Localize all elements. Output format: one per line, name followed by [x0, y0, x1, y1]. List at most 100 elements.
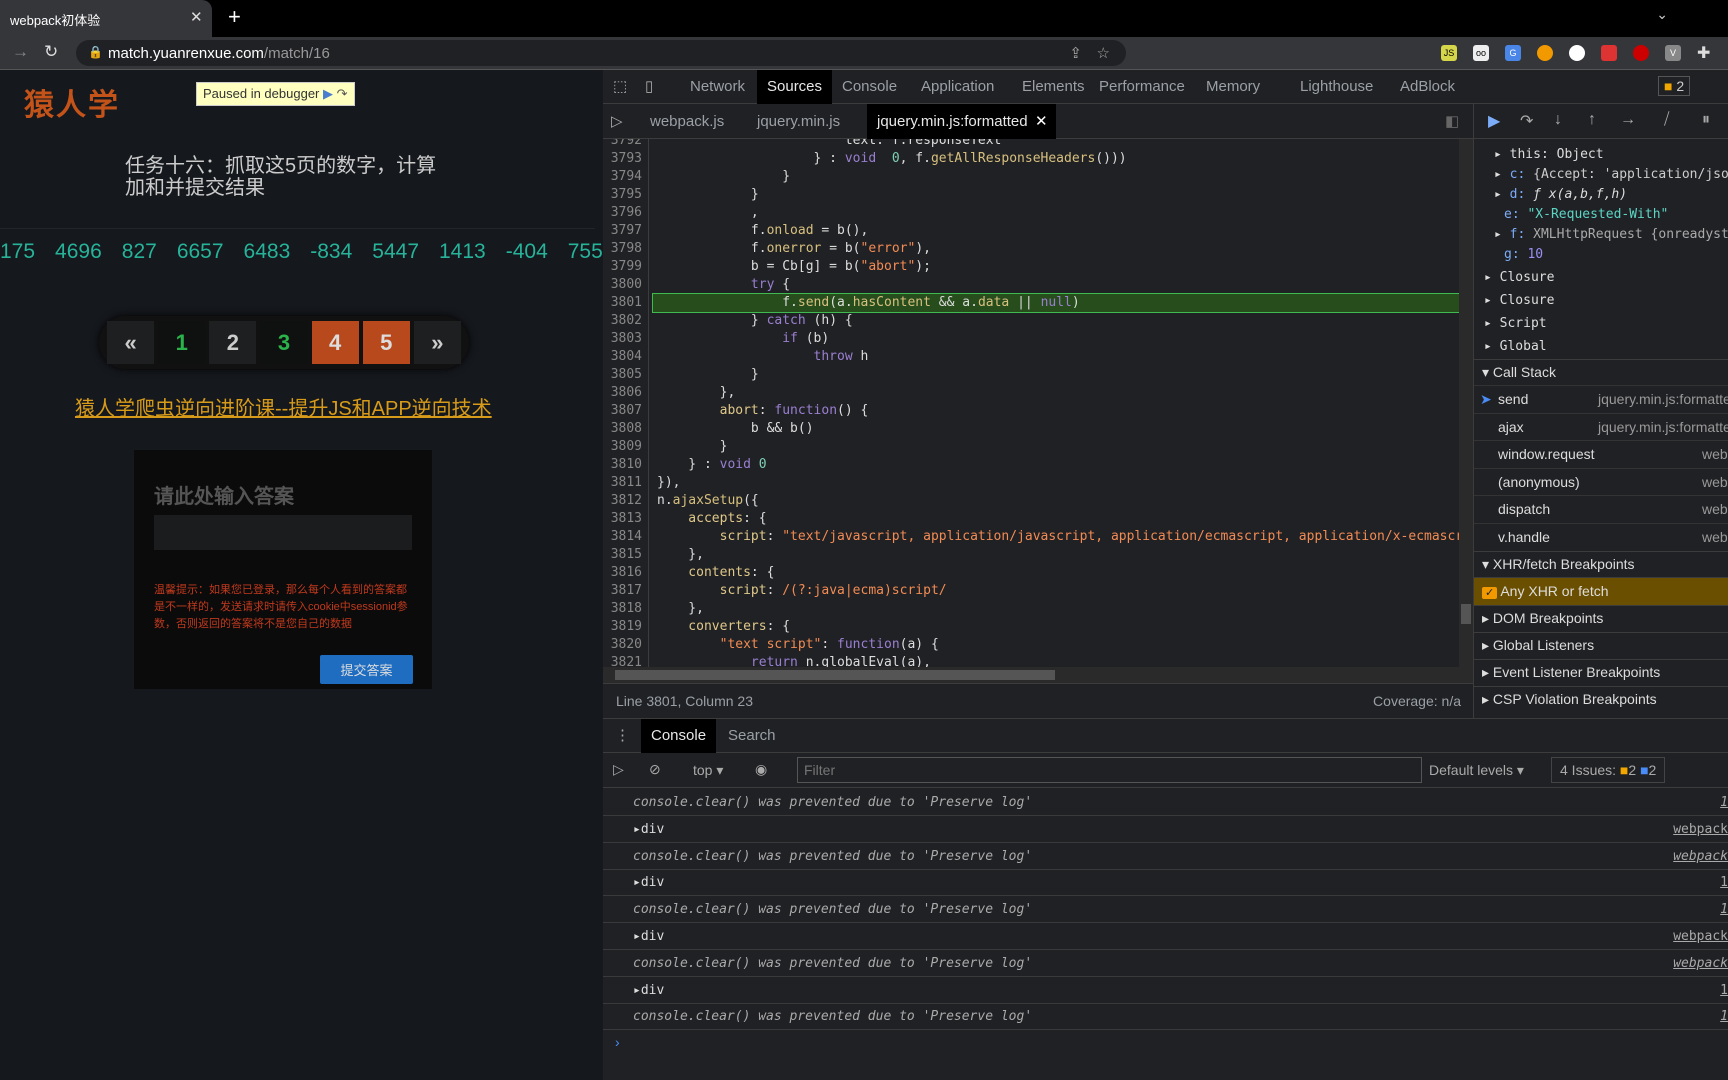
step-over-icon[interactable]: ↷	[337, 86, 348, 101]
code-line[interactable]: 3820 "text script": function(a) {	[603, 636, 1459, 654]
line-number[interactable]: 3796	[603, 204, 649, 222]
code-line[interactable]: 3814 script: "text/javascript, applicati…	[603, 528, 1459, 546]
frame-location[interactable]: webpack	[1702, 529, 1728, 545]
message-source-link[interactable]: webpack	[1673, 956, 1728, 971]
frame-location[interactable]: webpack	[1702, 501, 1728, 517]
code-line[interactable]: 3821 return n.globalEval(a),	[603, 654, 1459, 667]
code-line[interactable]: 3808 b && b()	[603, 420, 1459, 438]
drawer-tab-search[interactable]: Search	[718, 719, 786, 753]
line-number[interactable]: 3803	[603, 330, 649, 348]
answer-input[interactable]	[154, 515, 412, 550]
message-source-link[interactable]: 1	[1720, 983, 1728, 998]
scope-d[interactable]: ▸ d: ƒ x(a,b,f,h)	[1494, 187, 1627, 202]
section-dom-breakpoints[interactable]: ▸ DOM Breakpoints	[1474, 605, 1728, 631]
page-2[interactable]: 2	[209, 321, 257, 364]
code-vertical-scrollbar[interactable]	[1459, 139, 1473, 667]
submit-answer-button[interactable]: 提交答案	[320, 655, 413, 684]
code-line[interactable]: 3804 throw h	[603, 348, 1459, 366]
code-line[interactable]: 3810 } : void 0	[603, 456, 1459, 474]
issues-badge[interactable]: ■ 2	[1658, 76, 1691, 96]
code-line[interactable]: 3807 abort: function() {	[603, 402, 1459, 420]
line-number[interactable]: 3816	[603, 564, 649, 582]
code-line[interactable]: 3793 } : void 0, f.getAllResponseHeaders…	[603, 150, 1459, 168]
tab-search-icon[interactable]: ⌄	[1656, 6, 1668, 23]
scope-script[interactable]: ▸ Script	[1484, 316, 1547, 331]
course-link[interactable]: 猿人学爬虫逆向进阶课--提升JS和APP逆向技术	[75, 392, 492, 421]
scope-closure[interactable]: ▸ Closure	[1484, 293, 1554, 308]
any-xhr-breakpoint[interactable]: ✓ Any XHR or fetch	[1474, 577, 1728, 605]
line-number[interactable]: 3808	[603, 420, 649, 438]
code-line[interactable]: 3818 },	[603, 600, 1459, 618]
reload-icon[interactable]: ↻	[44, 42, 58, 62]
line-number[interactable]: 3800	[603, 276, 649, 294]
call-frame-send[interactable]: ➤ send jquery.min.js:formatted	[1474, 385, 1728, 412]
site-logo[interactable]: 猿人学	[24, 80, 120, 124]
drawer-tab-console[interactable]: Console	[641, 719, 717, 753]
toggle-navigator-icon[interactable]: ▷	[611, 112, 623, 130]
line-number[interactable]: 3820	[603, 636, 649, 654]
devtools-tab-network[interactable]: Network	[680, 70, 755, 104]
code-line[interactable]: 3805 }	[603, 366, 1459, 384]
line-number[interactable]: 3805	[603, 366, 649, 384]
devtools-tab-adblock[interactable]: AdBlock	[1390, 70, 1465, 104]
console-element-entry[interactable]: ▸div 1	[603, 977, 1728, 1004]
code-line[interactable]: 3794 }	[603, 168, 1459, 186]
frame-location[interactable]: webpack	[1702, 446, 1728, 462]
message-source-link[interactable]: 1	[1720, 1009, 1728, 1024]
issues-button[interactable]: 4 Issues: ■2 ■2	[1551, 757, 1666, 783]
log-levels-select[interactable]: Default levels ▾	[1429, 762, 1524, 779]
line-number[interactable]: 3806	[603, 384, 649, 402]
call-frame-windowrequest[interactable]: window.request webpack	[1474, 440, 1728, 467]
live-expression-eye-icon[interactable]: ◉	[755, 761, 767, 778]
code-line[interactable]: 3802 } catch (h) {	[603, 312, 1459, 330]
code-editor[interactable]: 3792 text: f.responseText 3793 } : void 0…	[603, 139, 1459, 667]
resume-icon[interactable]: ▶	[1488, 111, 1500, 131]
checkbox-checked-icon[interactable]: ✓	[1482, 587, 1498, 599]
line-number[interactable]: 3818	[603, 600, 649, 618]
file-tab-webpack[interactable]: webpack.js	[640, 104, 734, 139]
deactivate-breakpoints-icon[interactable]: ⧸	[1664, 111, 1669, 129]
line-number[interactable]: 3819	[603, 618, 649, 636]
v-extension-icon[interactable]: V	[1665, 45, 1681, 61]
code-line[interactable]: 3819 converters: {	[603, 618, 1459, 636]
circle-extension-icon[interactable]	[1569, 45, 1585, 61]
code-line[interactable]: 3816 contents: {	[603, 564, 1459, 582]
line-number[interactable]: 3792	[603, 139, 649, 150]
frame-location[interactable]: webpack	[1702, 474, 1728, 490]
resume-icon[interactable]: ▶	[323, 86, 333, 101]
line-number[interactable]: 3815	[603, 546, 649, 564]
scroll-thumb[interactable]	[1461, 604, 1471, 624]
step-into-icon[interactable]: ↓	[1554, 111, 1562, 129]
line-number[interactable]: 3812	[603, 492, 649, 510]
file-tab-jquery-formatted[interactable]: jquery.min.js:formatted ✕	[867, 104, 1056, 139]
translate-extension-icon[interactable]: G	[1505, 45, 1521, 61]
devtools-tab-sources[interactable]: Sources	[757, 70, 833, 104]
devtools-tab-application[interactable]: Application	[911, 70, 1004, 104]
url-input[interactable]: 🔒 match.yuanrenxue.com/match/16 ⇪ ☆	[76, 40, 1126, 66]
scroll-thumb[interactable]	[615, 670, 1055, 680]
clear-console-icon[interactable]: ⊘	[649, 761, 661, 778]
adblock-extension-icon[interactable]	[1633, 45, 1649, 61]
frame-location[interactable]: jquery.min.js:formatted	[1598, 419, 1728, 435]
call-frame-anonymous[interactable]: (anonymous) webpack	[1474, 467, 1728, 495]
code-line[interactable]: 3796 ,	[603, 204, 1459, 222]
drawer-menu-icon[interactable]: ⋮	[615, 726, 630, 744]
dice-extension-icon[interactable]	[1601, 45, 1617, 61]
devtools-tab-lighthouse[interactable]: Lighthouse	[1290, 70, 1383, 104]
line-number[interactable]: 3814	[603, 528, 649, 546]
call-frame-dispatch[interactable]: dispatch webpack	[1474, 495, 1728, 522]
page-prev[interactable]: «	[107, 321, 155, 364]
call-stack-header[interactable]: ▾ Call Stack	[1474, 359, 1728, 385]
code-line-paused[interactable]: 3801 f.send(a.hasContent && a.data || nu…	[603, 293, 1459, 313]
call-frame-vhandle[interactable]: v.handle webpack	[1474, 522, 1728, 550]
line-number[interactable]: 3794	[603, 168, 649, 186]
line-number[interactable]: 3811	[603, 474, 649, 492]
scope-this[interactable]: ▸ this: Object	[1494, 147, 1604, 162]
line-number[interactable]: 3809	[603, 438, 649, 456]
sidebar-toggle-icon[interactable]: ▷	[613, 761, 624, 778]
line-number[interactable]: 3817	[603, 582, 649, 600]
code-horizontal-scrollbar[interactable]	[603, 667, 1473, 683]
code-line[interactable]: 3815 },	[603, 546, 1459, 564]
page-4[interactable]: 4	[311, 321, 359, 364]
code-line[interactable]: 3797 f.onload = b(),	[603, 222, 1459, 240]
